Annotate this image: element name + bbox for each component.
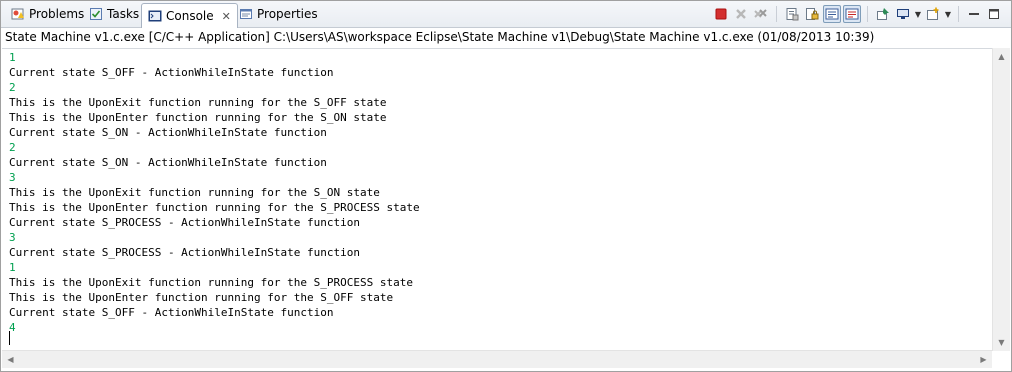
- scroll-down-icon[interactable]: ▼: [993, 334, 1010, 351]
- show-on-stdout-icon: [825, 7, 839, 21]
- view-toolbar: ▼ ▼: [712, 5, 1003, 23]
- console-icon: [148, 9, 162, 23]
- remove-all-terminated-button[interactable]: [752, 5, 770, 23]
- tab-label: Console: [166, 9, 214, 23]
- problems-icon: [11, 7, 25, 21]
- maximize-icon: [987, 7, 1001, 21]
- remove-launch-icon: [734, 7, 748, 21]
- console-output-line: Current state S_ON - ActionWhileInState …: [9, 156, 327, 169]
- remove-launch-button[interactable]: [732, 5, 750, 23]
- properties-icon: [239, 7, 253, 21]
- toolbar-separator: [958, 6, 959, 22]
- tab-tasks[interactable]: Tasks: [83, 3, 145, 25]
- console-output-line: This is the UponExit function running fo…: [9, 276, 413, 289]
- console-output-line: Current state S_OFF - ActionWhileInState…: [9, 306, 334, 319]
- tab-properties[interactable]: Properties: [233, 3, 324, 25]
- open-console-icon: [926, 7, 940, 21]
- console-output-line: This is the UponEnter function running f…: [9, 201, 420, 214]
- display-selected-console-button[interactable]: [894, 5, 912, 23]
- text-caret: [9, 331, 10, 345]
- tab-label: Problems: [29, 7, 85, 21]
- console-output-line: Current state S_ON - ActionWhileInState …: [9, 126, 327, 139]
- remove-all-terminated-icon: [754, 7, 768, 21]
- console-input-line: 2: [9, 81, 16, 94]
- show-on-stderr-icon: [845, 7, 859, 21]
- console-output-line: Current state S_PROCESS - ActionWhileInS…: [9, 246, 360, 259]
- show-on-stderr-button[interactable]: [843, 5, 861, 23]
- view-tab-bar: Problems Tasks Console ✕ Properties ▼ ▼: [1, 1, 1011, 28]
- console-view: Problems Tasks Console ✕ Properties ▼ ▼ …: [0, 0, 1012, 372]
- scroll-lock-button[interactable]: [803, 5, 821, 23]
- console-output[interactable]: 1 Current state S_OFF - ActionWhileInStat…: [2, 48, 992, 351]
- maximize-button[interactable]: [985, 5, 1003, 23]
- vertical-scrollbar[interactable]: ▲ ▼: [992, 48, 1010, 351]
- clear-console-icon: [785, 7, 799, 21]
- scroll-up-icon[interactable]: ▲: [993, 48, 1010, 65]
- console-lines: 1 Current state S_OFF - ActionWhileInStat…: [9, 50, 420, 335]
- pin-console-button[interactable]: [874, 5, 892, 23]
- open-console-button[interactable]: [924, 5, 942, 23]
- tab-console[interactable]: Console ✕: [141, 3, 238, 28]
- scroll-left-icon[interactable]: ◀: [2, 351, 19, 368]
- minimize-icon: [967, 7, 981, 21]
- console-input-line: 3: [9, 231, 16, 244]
- console-input-line: 4: [9, 321, 16, 334]
- terminate-icon: [714, 7, 728, 21]
- minimize-button[interactable]: [965, 5, 983, 23]
- console-input-line: 1: [9, 261, 16, 274]
- console-output-line: This is the UponEnter function running f…: [9, 291, 394, 304]
- console-input-line: 2: [9, 141, 16, 154]
- scroll-lock-icon: [805, 7, 819, 21]
- console-output-line: This is the UponEnter function running f…: [9, 111, 387, 124]
- toolbar-separator: [776, 6, 777, 22]
- console-output-line: This is the UponExit function running fo…: [9, 96, 387, 109]
- horizontal-scrollbar[interactable]: ◀ ▶: [2, 350, 992, 368]
- console-input-line: 3: [9, 171, 16, 184]
- toolbar-separator: [867, 6, 868, 22]
- display-selected-console-icon: [896, 7, 910, 21]
- console-output-line: Current state S_OFF - ActionWhileInState…: [9, 66, 334, 79]
- console-output-line: This is the UponExit function running fo…: [9, 186, 380, 199]
- clear-console-button[interactable]: [783, 5, 801, 23]
- launch-title: State Machine v1.c.exe [C/C++ Applicatio…: [5, 30, 875, 44]
- chevron-down-icon[interactable]: ▼: [944, 5, 952, 23]
- tab-problems[interactable]: Problems: [5, 3, 90, 25]
- tab-label: Properties: [257, 7, 318, 21]
- close-icon[interactable]: ✕: [222, 10, 231, 23]
- show-on-stdout-button[interactable]: [823, 5, 841, 23]
- pin-console-icon: [876, 7, 890, 21]
- terminate-button[interactable]: [712, 5, 730, 23]
- console-output-line: Current state S_PROCESS - ActionWhileInS…: [9, 216, 360, 229]
- tab-label: Tasks: [107, 7, 140, 21]
- chevron-down-icon[interactable]: ▼: [914, 5, 922, 23]
- scroll-right-icon[interactable]: ▶: [975, 351, 992, 368]
- console-input-line: 1: [9, 51, 16, 64]
- tasks-icon: [89, 7, 103, 21]
